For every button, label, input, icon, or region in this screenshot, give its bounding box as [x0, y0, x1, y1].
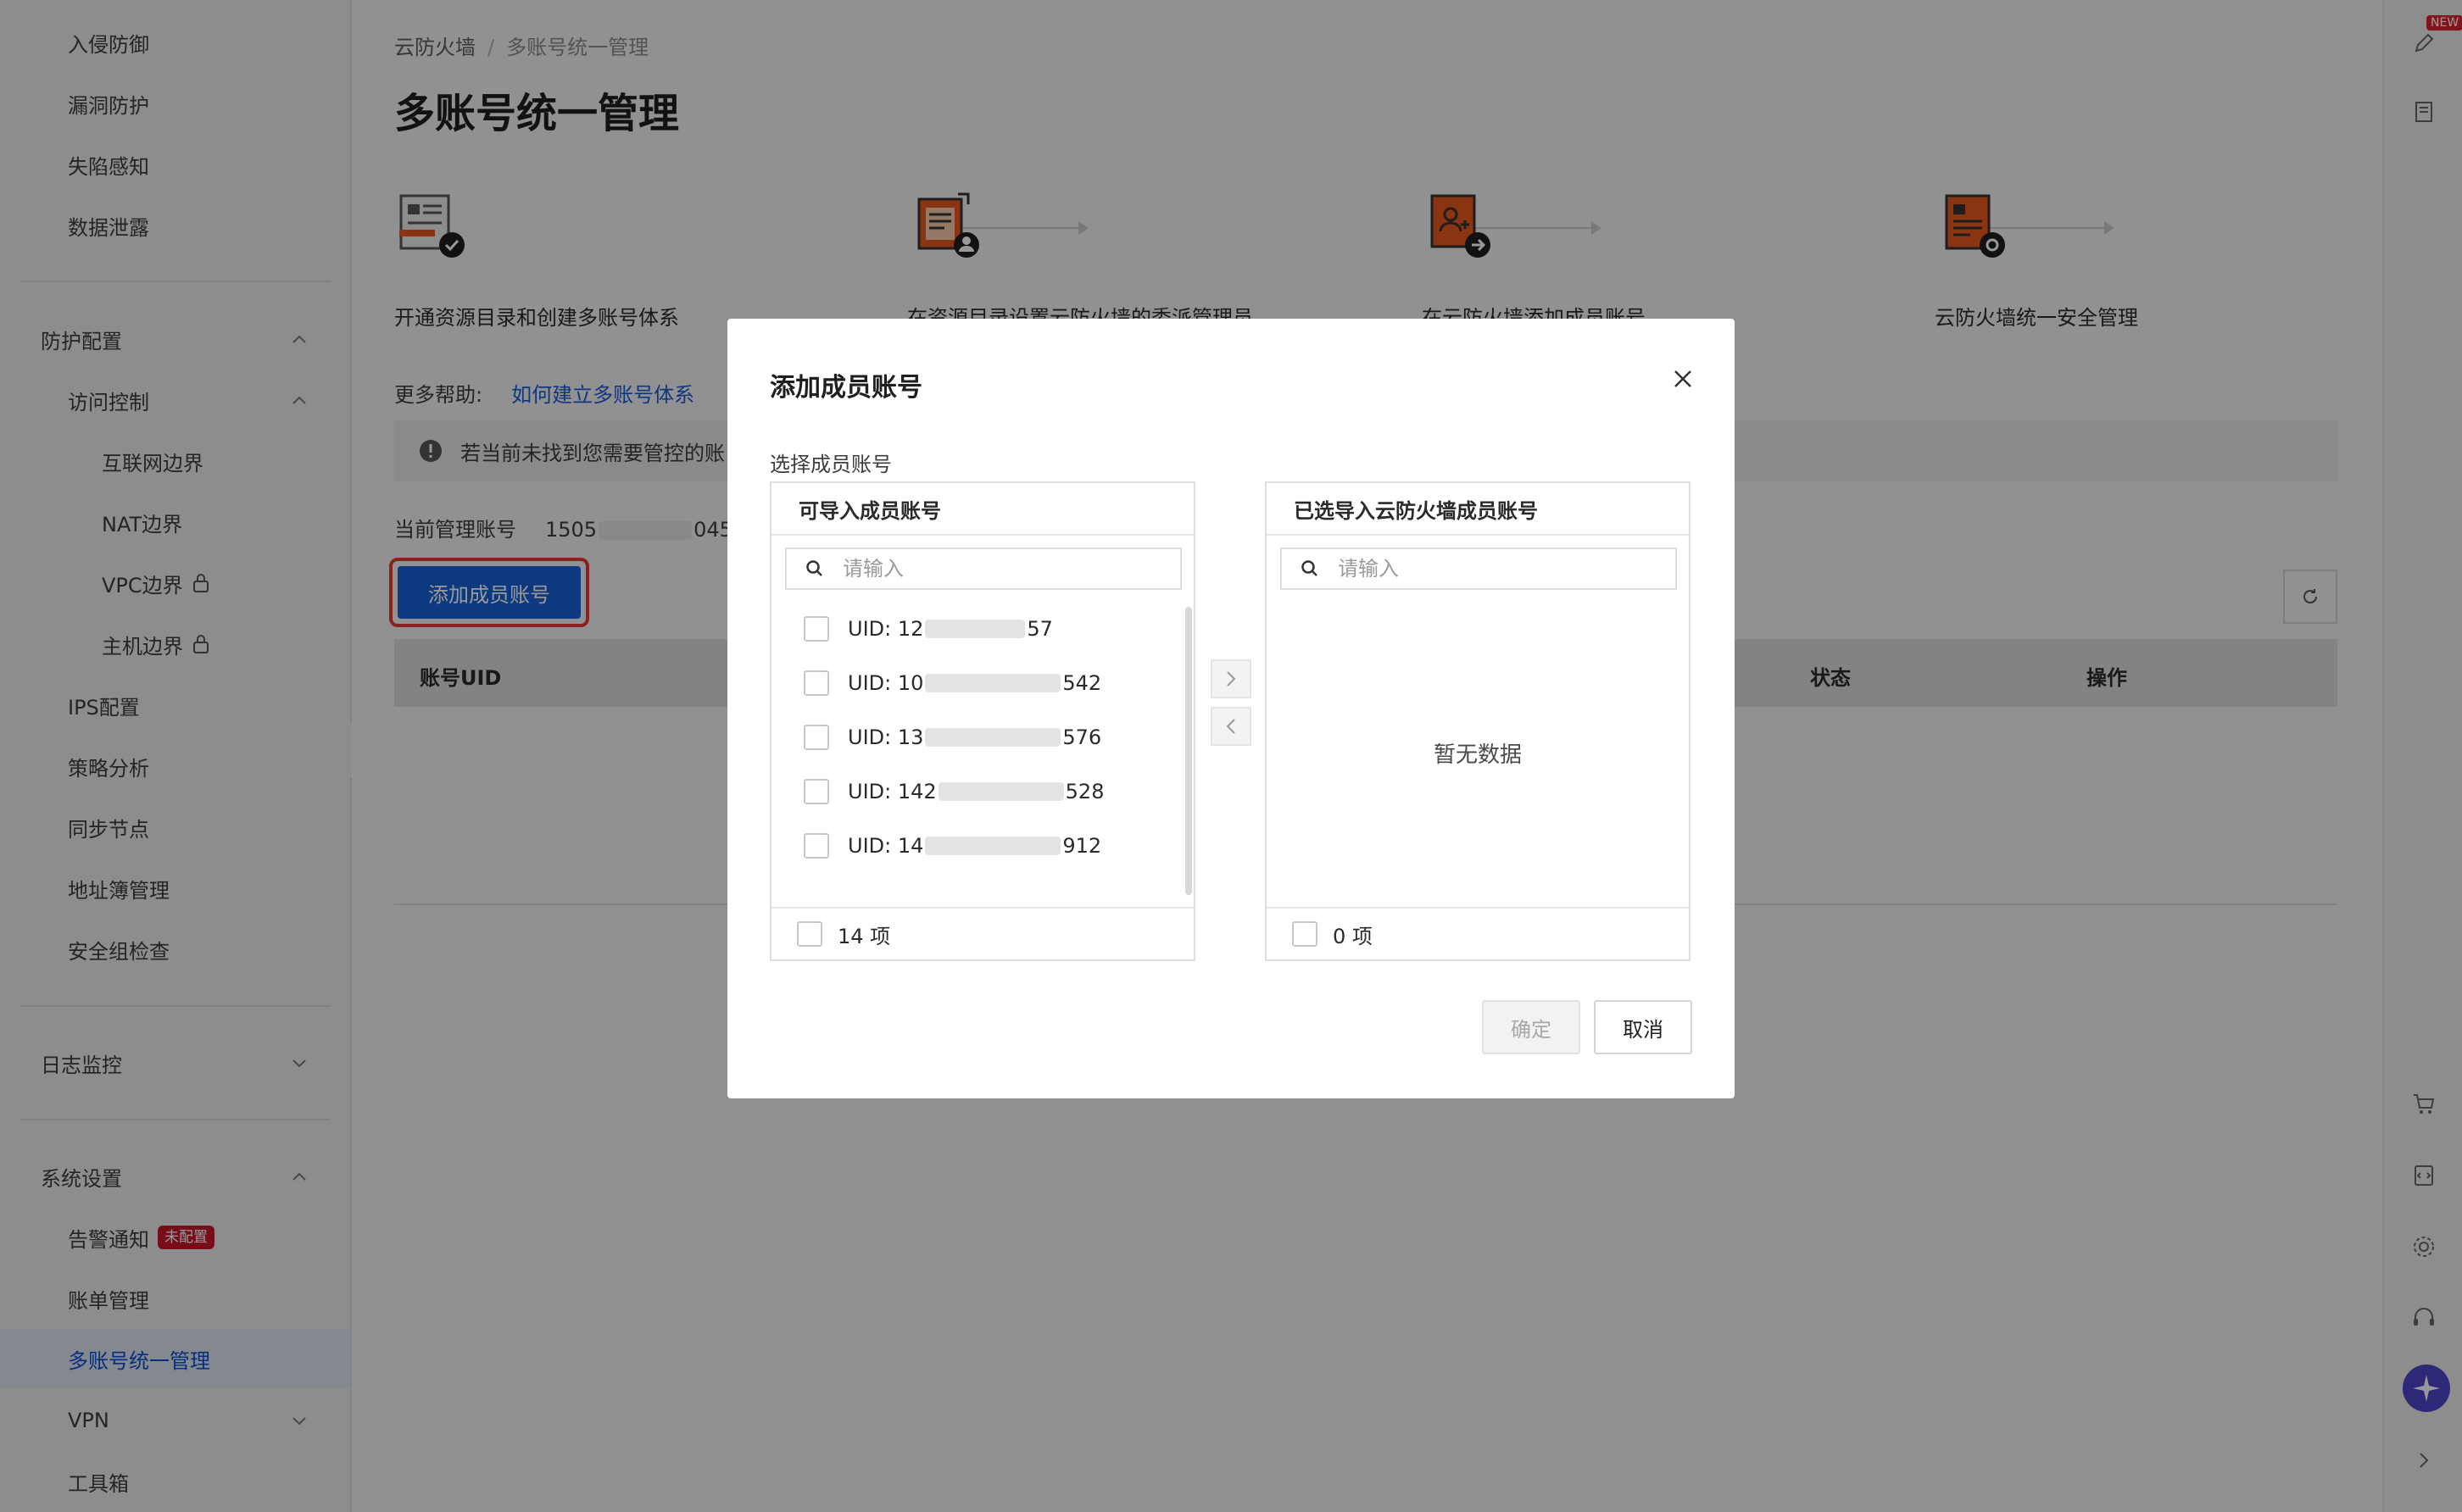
- add-member-dialog: 添加成员账号 选择成员账号 可导入成员账号 UID: 1257 UID: 105…: [727, 319, 1735, 1098]
- source-count: 14 项: [838, 924, 891, 948]
- checkbox[interactable]: [804, 725, 829, 750]
- target-search-input[interactable]: [1338, 557, 1643, 581]
- transfer-target-panel: 已选导入云防火墙成员账号 暂无数据 0 项: [1265, 481, 1691, 961]
- confirm-button[interactable]: 确定: [1482, 1000, 1580, 1054]
- list-item[interactable]: UID: 142 528: [804, 775, 1104, 809]
- source-footer: 14 项: [771, 907, 1194, 959]
- list-item[interactable]: UID: 12 57: [804, 612, 1053, 646]
- field-label: 选择成员账号: [770, 453, 892, 476]
- close-icon[interactable]: [1670, 366, 1696, 392]
- checkbox[interactable]: [804, 779, 829, 804]
- select-all-checkbox[interactable]: [797, 921, 822, 947]
- transfer-target-title: 已选导入云防火墙成员账号: [1267, 483, 1689, 536]
- source-search-input[interactable]: [843, 557, 1148, 581]
- list-item[interactable]: UID: 13 576: [804, 720, 1101, 754]
- target-count: 0 项: [1333, 924, 1373, 948]
- search-icon: [806, 560, 822, 576]
- search-icon: [1301, 560, 1317, 576]
- list-item[interactable]: UID: 14 912: [804, 829, 1101, 863]
- target-footer: 0 项: [1267, 907, 1689, 959]
- cancel-button[interactable]: 取消: [1594, 1000, 1692, 1054]
- chevron-left-icon: [1226, 719, 1235, 734]
- source-list: UID: 12 57 UID: 10 542 UID: 13 576 UID: 142…: [771, 602, 1194, 900]
- transfer-source-title: 可导入成员账号: [771, 483, 1194, 536]
- list-item[interactable]: UID: 10 542: [804, 666, 1101, 700]
- checkbox[interactable]: [804, 833, 829, 859]
- source-search-box: [785, 548, 1182, 590]
- empty-state: 暂无数据: [1433, 742, 1522, 768]
- checkbox[interactable]: [804, 670, 829, 696]
- move-left-button[interactable]: [1211, 707, 1251, 746]
- scrollbar[interactable]: [1185, 607, 1192, 895]
- target-search-box: [1280, 548, 1677, 590]
- checkbox[interactable]: [804, 616, 829, 642]
- transfer-source-panel: 可导入成员账号 UID: 1257 UID: 10542 UID: 13576 …: [770, 481, 1195, 961]
- select-all-checkbox[interactable]: [1292, 921, 1317, 947]
- dialog-title: 添加成员账号: [770, 373, 922, 403]
- chevron-right-icon: [1227, 671, 1236, 687]
- move-right-button[interactable]: [1211, 659, 1251, 698]
